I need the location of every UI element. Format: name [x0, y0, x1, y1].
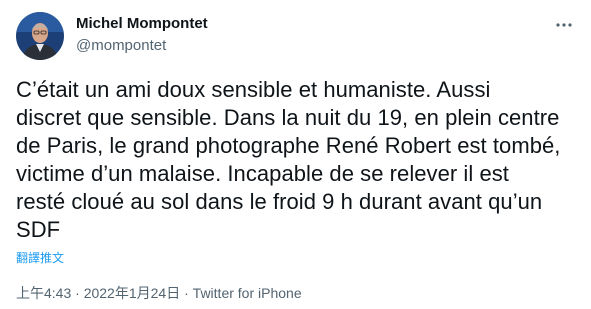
tweet-date[interactable]: 2022年1月24日: [84, 285, 181, 301]
tweet-source[interactable]: Twitter for iPhone: [193, 285, 302, 301]
meta-separator: ·: [180, 285, 193, 301]
author-avatar[interactable]: [16, 12, 64, 60]
tweet-time[interactable]: 上午4:43: [16, 285, 71, 301]
translate-tweet-link[interactable]: 翻譯推文: [16, 249, 64, 266]
author-handle[interactable]: @mompontet: [76, 37, 166, 54]
profile-photo-icon: [16, 12, 64, 60]
more-horizontal-icon: [556, 23, 572, 27]
meta-separator: ·: [71, 285, 84, 301]
tweet-text: C’était un ami doux sensible et humanist…: [16, 77, 561, 242]
author-name[interactable]: Michel Mompontet: [76, 15, 208, 32]
more-options-button[interactable]: [551, 14, 577, 36]
tweet-card: Michel Mompontet @mompontet C’était un a…: [0, 0, 591, 309]
tweet-metadata: 上午4:43 · 2022年1月24日 · Twitter for iPhone: [16, 283, 302, 303]
